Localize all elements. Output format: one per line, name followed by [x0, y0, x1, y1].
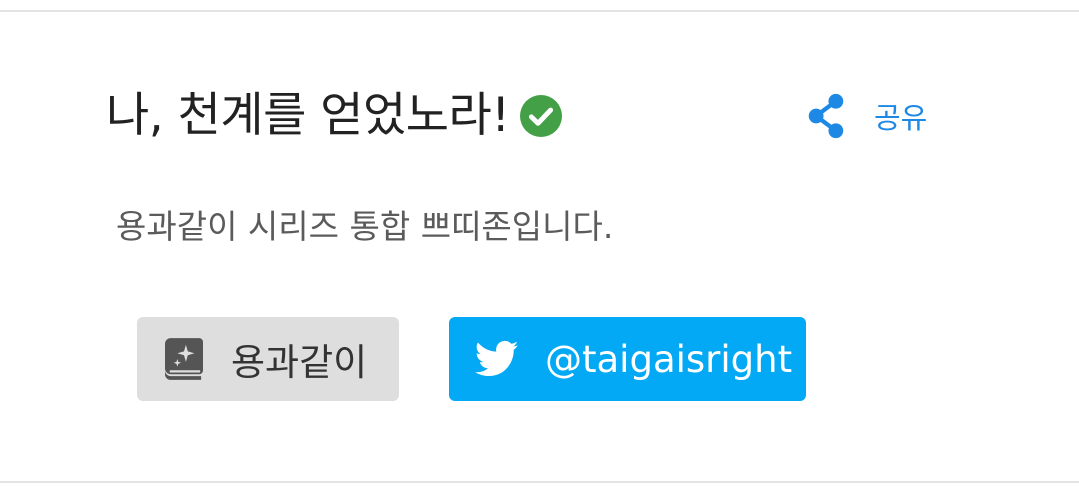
series-button-label: 용과같이	[231, 341, 368, 384]
check-circle-icon	[519, 95, 562, 137]
series-button[interactable]: 용과같이	[137, 317, 399, 401]
share-icon	[808, 93, 844, 139]
community-card: 나, 천계를 얻었노라! 공유 용과같이 시리즈 통합 쁘띠존입니다. 용과같이	[0, 10, 1079, 483]
book-sparkle-icon	[165, 338, 203, 380]
title-row: 나, 천계를 얻었노라!	[106, 78, 562, 143]
page-title: 나, 천계를 얻었노라!	[106, 87, 510, 143]
share-label: 공유	[874, 101, 928, 135]
twitter-button[interactable]: @taigaisright	[449, 317, 806, 401]
card-description: 용과같이 시리즈 통합 쁘띠존입니다.	[116, 207, 614, 246]
twitter-button-label: @taigaisright	[545, 337, 793, 381]
share-button[interactable]: 공유	[806, 92, 927, 140]
twitter-icon	[475, 340, 519, 377]
